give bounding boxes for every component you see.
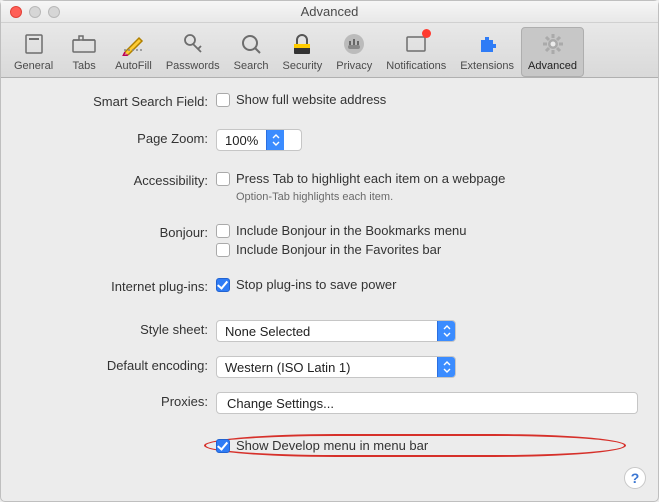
tab-label: Passwords [166,60,220,72]
window-title: Advanced [1,4,658,19]
tab-label: Extensions [460,60,514,72]
stop-plugins-checkbox[interactable]: Stop plug-ins to save power [216,277,638,292]
notifications-icon [402,30,430,58]
titlebar: Advanced [1,1,658,23]
security-icon [288,30,316,58]
page-zoom-select[interactable]: 100% [216,129,302,151]
bonjour-bookmarks-checkbox[interactable]: Include Bonjour in the Bookmarks menu [216,223,638,238]
tab-label: Security [282,60,322,72]
stylesheet-select[interactable]: None Selected [216,320,456,342]
close-button[interactable] [10,6,22,18]
help-label: ? [631,470,640,486]
show-develop-checkbox[interactable]: Show Develop menu in menu bar [216,438,590,453]
checkbox-icon [216,172,230,186]
checkbox-icon [216,93,230,107]
tab-search[interactable]: Search [227,27,276,77]
select-value: 100% [217,133,266,148]
encoding-label: Default encoding: [21,356,216,373]
tab-privacy[interactable]: Privacy [329,27,379,77]
press-tab-checkbox[interactable]: Press Tab to highlight each item on a we… [216,171,638,186]
tab-advanced[interactable]: Advanced [521,27,584,77]
select-value: None Selected [217,324,437,339]
stepper-icon [437,321,455,341]
tab-label: Notifications [386,60,446,72]
stylesheet-label: Style sheet: [21,320,216,337]
tabs-icon [70,30,98,58]
encoding-select[interactable]: Western (ISO Latin 1) [216,356,456,378]
smart-search-label: Smart Search Field: [21,92,216,109]
stepper-icon [266,130,284,150]
tab-notifications[interactable]: Notifications [379,27,453,77]
zoom-button[interactable] [48,6,60,18]
tab-label: AutoFill [115,60,152,72]
autofill-icon [119,30,147,58]
window-controls [1,6,60,18]
tab-label: Search [234,60,269,72]
stepper-icon [437,357,455,377]
checkbox-label: Show full website address [236,92,386,107]
preferences-toolbar: General Tabs AutoFill Passwords Search S… [1,23,658,78]
checkbox-label: Include Bonjour in the Favorites bar [236,242,441,257]
checkbox-label: Stop plug-ins to save power [236,277,396,292]
general-icon [20,30,48,58]
content-area: Smart Search Field: Show full website ad… [1,78,658,473]
tab-autofill[interactable]: AutoFill [108,27,159,77]
tab-tabs[interactable]: Tabs [60,27,108,77]
checkbox-label: Include Bonjour in the Bookmarks menu [236,223,467,238]
select-value: Western (ISO Latin 1) [217,360,437,375]
highlight-ellipse: Show Develop menu in menu bar [204,434,626,457]
tab-label: General [14,60,53,72]
tab-general[interactable]: General [7,27,60,77]
checkbox-label: Show Develop menu in menu bar [236,438,428,453]
advanced-icon [539,30,567,58]
passwords-icon [179,30,207,58]
tab-label: Privacy [336,60,372,72]
bonjour-label: Bonjour: [21,223,216,240]
page-zoom-label: Page Zoom: [21,129,216,146]
help-button[interactable]: ? [624,467,646,489]
checkbox-icon [216,278,230,292]
bonjour-favorites-checkbox[interactable]: Include Bonjour in the Favorites bar [216,242,638,257]
tab-label: Tabs [73,60,96,72]
checkbox-icon [216,224,230,238]
checkbox-icon [216,243,230,257]
show-full-address-checkbox[interactable]: Show full website address [216,92,638,107]
privacy-icon [340,30,368,58]
tab-passwords[interactable]: Passwords [159,27,227,77]
search-icon [237,30,265,58]
tab-label: Advanced [528,60,577,72]
checkbox-label: Press Tab to highlight each item on a we… [236,171,505,186]
proxies-label: Proxies: [21,392,216,409]
plugins-label: Internet plug-ins: [21,277,216,294]
extensions-icon [473,30,501,58]
checkbox-icon [216,439,230,453]
press-tab-hint: Option-Tab highlights each item. [216,191,638,203]
minimize-button[interactable] [29,6,41,18]
change-settings-button[interactable]: Change Settings... [216,392,638,414]
button-label: Change Settings... [227,396,334,411]
tab-security[interactable]: Security [275,27,329,77]
tab-extensions[interactable]: Extensions [453,27,521,77]
accessibility-label: Accessibility: [21,171,216,188]
